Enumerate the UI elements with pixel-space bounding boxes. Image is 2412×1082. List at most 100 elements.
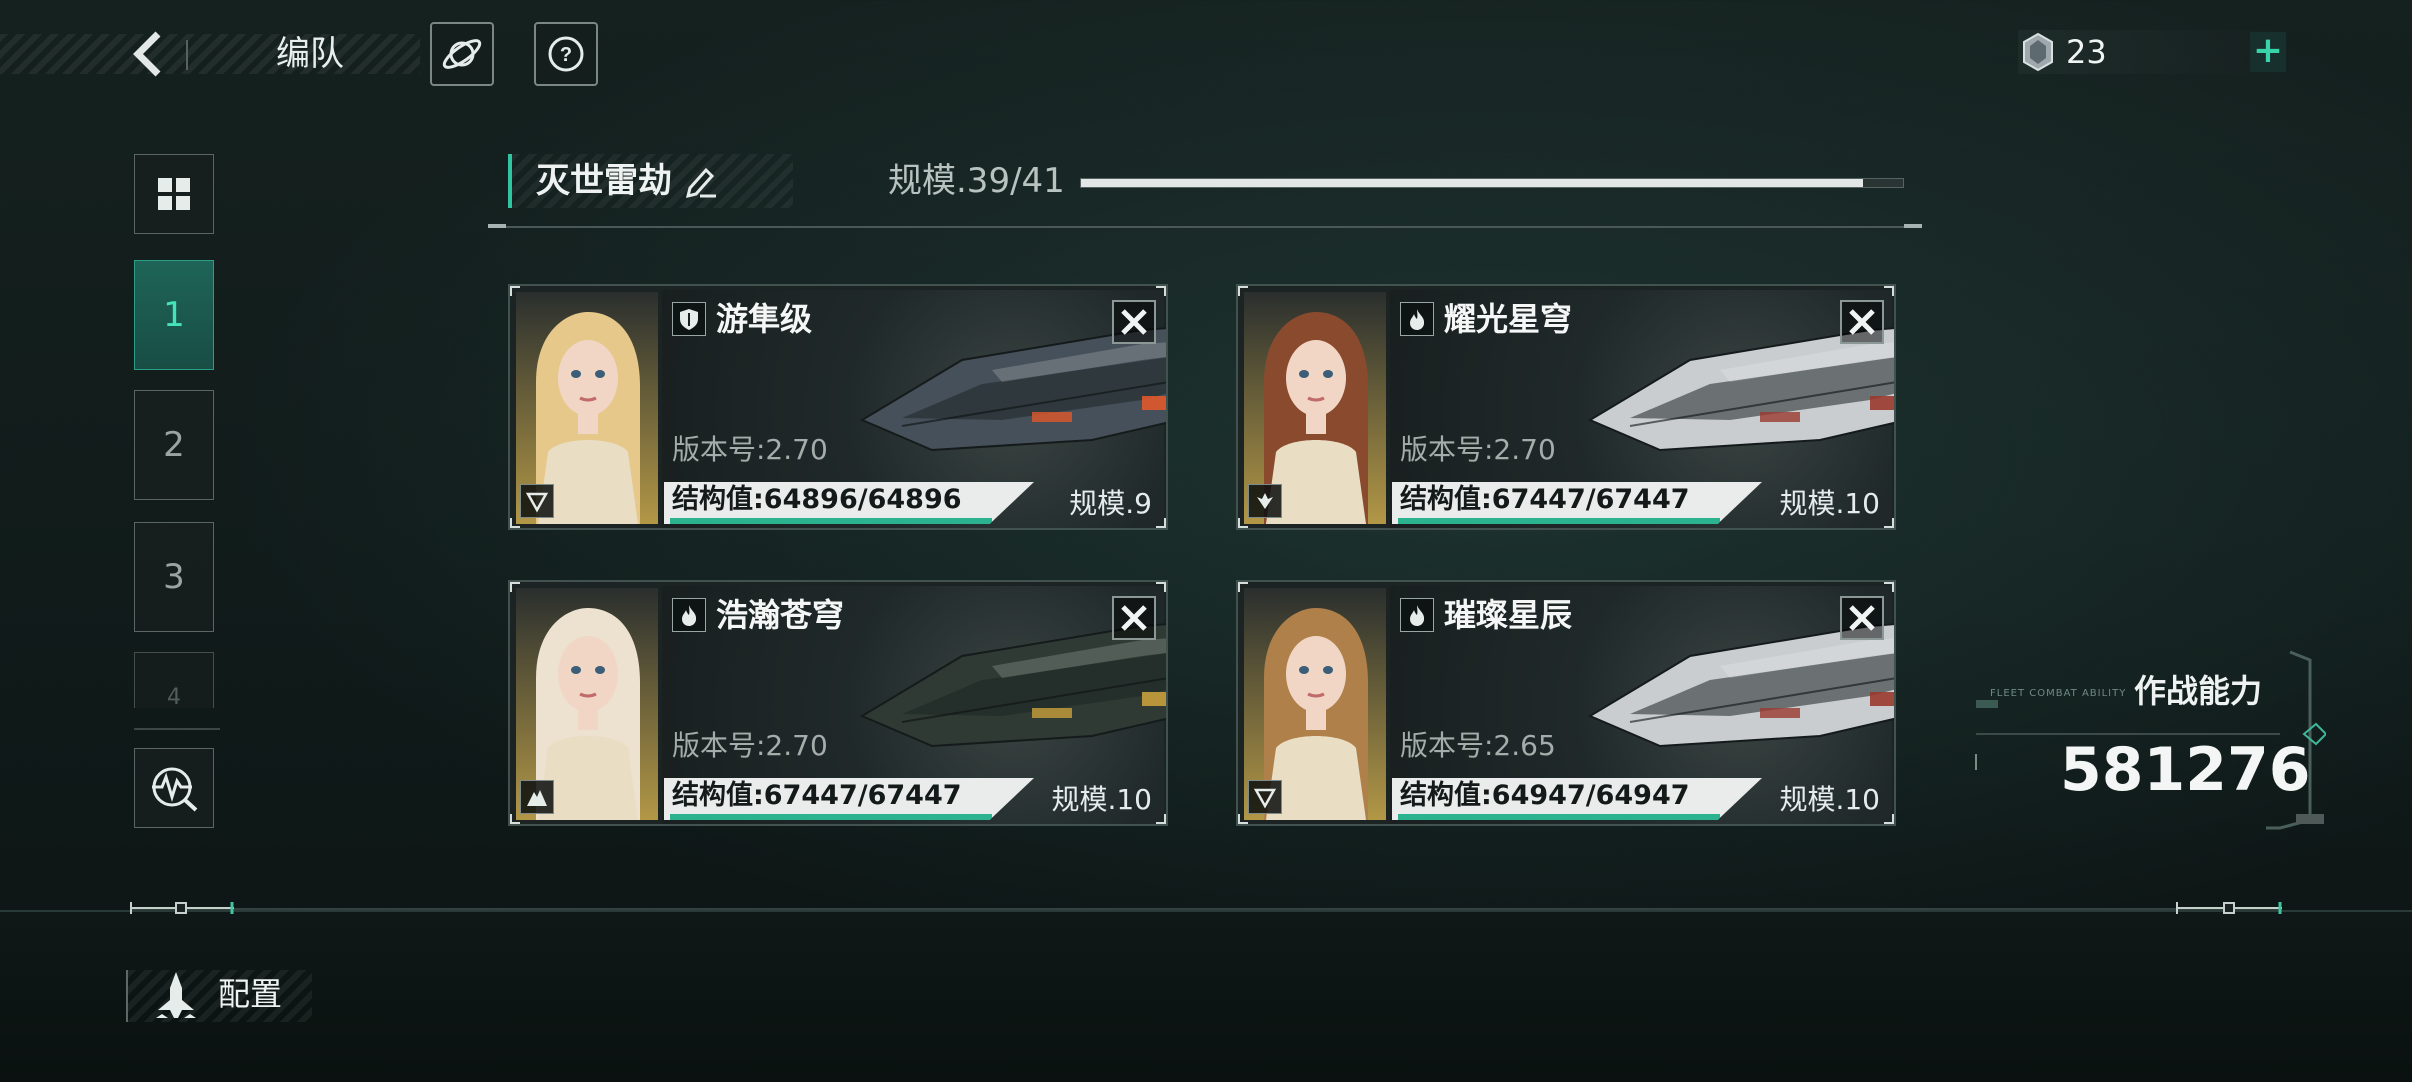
overview-button[interactable] <box>134 154 214 234</box>
ship-card[interactable]: 耀光星穹版本号:2.70 结构值:67447/67447 规模.10 <box>1236 284 1896 530</box>
structure-bar <box>1398 814 1720 820</box>
fleet-slot-1[interactable]: 1 <box>134 260 214 370</box>
planet-icon <box>442 39 482 69</box>
card-corner <box>1156 582 1166 592</box>
combat-power-label: 作战能力 <box>2134 672 2263 710</box>
ship-version: 版本号:2.70 <box>1400 433 1556 466</box>
add-currency-button[interactable]: + <box>2250 32 2286 72</box>
fleet-scan-button[interactable] <box>134 748 214 828</box>
remove-ship-button[interactable] <box>1840 596 1884 640</box>
ship-panel: 璀璨星辰版本号:2.65 结构值:64947/64947 规模.10 <box>1390 586 1894 824</box>
fleet-slot-4-label: 4 <box>167 685 181 710</box>
ship-scale: 规模.10 <box>1779 487 1880 520</box>
mountain-icon <box>520 780 554 814</box>
card-corner <box>1884 814 1894 824</box>
currency-value: 23 <box>2066 33 2107 71</box>
ship-panel: 耀光星穹版本号:2.70 结构值:67447/67447 规模.10 <box>1390 290 1894 528</box>
title-separator <box>186 40 188 70</box>
grid-icon <box>158 178 190 210</box>
ship-name: 耀光星穹 <box>1444 300 1573 338</box>
ship-name: 浩瀚苍穹 <box>716 596 845 634</box>
combat-power-value: 581276 <box>2060 735 2311 805</box>
card-corner <box>1238 814 1248 824</box>
card-corner <box>1238 582 1248 592</box>
currency-display <box>2018 30 2286 74</box>
ship-panel: 游隼级版本号:2.70 结构值:64896/64896 规模.9 <box>662 290 1166 528</box>
fleet-scale-text: 规模.39/41 <box>888 161 1065 201</box>
flame-icon <box>672 598 706 632</box>
ship-scale: 规模.10 <box>1051 783 1152 816</box>
chevron-left-icon <box>133 31 161 77</box>
header-divider-cap-left <box>488 224 506 228</box>
back-button[interactable] <box>128 28 172 80</box>
fleet-slot-2[interactable]: 2 <box>134 390 214 500</box>
card-corner <box>510 814 520 824</box>
structure-plate: 结构值:64947/64947 <box>1392 778 1762 820</box>
remove-ship-button[interactable] <box>1840 300 1884 344</box>
triangle-icon <box>520 484 554 518</box>
pencil-icon[interactable] <box>684 162 718 200</box>
flame-icon <box>1400 598 1434 632</box>
combat-power-caption: FLEET COMBAT ABILITY <box>1990 688 2127 699</box>
structure-value: 结构值:64947/64947 <box>1400 780 1690 811</box>
card-corner <box>1884 518 1894 528</box>
structure-plate: 结构值:67447/67447 <box>1392 482 1762 524</box>
crystal-icon <box>2018 30 2058 74</box>
close-icon <box>1121 309 1147 335</box>
structure-plate: 结构值:67447/67447 <box>664 778 1034 820</box>
ship-version: 版本号:2.65 <box>1400 729 1556 762</box>
card-corner <box>510 518 520 528</box>
help-button[interactable]: ? <box>534 22 598 86</box>
svg-text:?: ? <box>560 44 572 66</box>
fleet-slot-3[interactable]: 3 <box>134 522 214 632</box>
card-corner <box>1238 518 1248 528</box>
triangle-icon <box>1248 780 1282 814</box>
ship-name: 游隼级 <box>716 300 813 338</box>
wings-icon <box>1248 484 1282 518</box>
header-divider <box>488 226 1922 228</box>
ship-panel: 浩瀚苍穹版本号:2.70 结构值:67447/67447 规模.10 <box>662 586 1166 824</box>
bottom-panel <box>0 910 2412 1082</box>
card-corner <box>1238 286 1248 296</box>
structure-bar <box>670 518 992 524</box>
close-icon <box>1849 605 1875 631</box>
fleet-slot-4[interactable]: 4 <box>134 652 214 710</box>
ship-scale: 规模.10 <box>1779 783 1880 816</box>
structure-value: 结构值:64896/64896 <box>672 484 962 515</box>
ship-name: 璀璨星辰 <box>1444 596 1573 634</box>
ship-card[interactable]: 游隼级版本号:2.70 结构值:64896/64896 规模.9 <box>508 284 1168 530</box>
ship-card[interactable]: 璀璨星辰版本号:2.65 结构值:64947/64947 规模.10 <box>1236 580 1896 826</box>
sidebar-divider <box>134 728 220 730</box>
footer-divider <box>130 908 2282 910</box>
config-label: 配置 <box>218 975 283 1013</box>
structure-value: 结构值:67447/67447 <box>672 780 962 811</box>
ship-scale: 规模.9 <box>1069 487 1152 520</box>
planet-button[interactable] <box>430 22 494 86</box>
card-corner <box>1156 286 1166 296</box>
fleet-scale-bar <box>1080 178 1904 188</box>
remove-ship-button[interactable] <box>1112 300 1156 344</box>
header-divider-cap-right <box>1904 224 1922 228</box>
card-corner <box>510 582 520 592</box>
card-corner <box>1156 814 1166 824</box>
page-title: 编队 <box>276 34 344 74</box>
footer-divider-cap-left <box>130 902 234 914</box>
close-icon <box>1121 605 1147 631</box>
card-corner <box>510 286 520 296</box>
title-bar-stripe <box>0 34 420 74</box>
ship-version: 版本号:2.70 <box>672 433 828 466</box>
ship-version: 版本号:2.70 <box>672 729 828 762</box>
ship-card[interactable]: 浩瀚苍穹版本号:2.70 结构值:67447/67447 规模.10 <box>508 580 1168 826</box>
remove-ship-button[interactable] <box>1112 596 1156 640</box>
structure-bar <box>670 814 992 820</box>
fleet-scale-fill <box>1081 179 1863 187</box>
close-icon <box>1849 309 1875 335</box>
question-icon: ? <box>548 36 584 72</box>
structure-bar <box>1398 518 1720 524</box>
ship-config-icon <box>148 970 204 1020</box>
card-corner <box>1156 518 1166 528</box>
fleet-name: 灭世雷劫 <box>536 161 672 201</box>
structure-plate: 结构值:64896/64896 <box>664 482 1034 524</box>
card-corner <box>1884 582 1894 592</box>
card-corner <box>1884 286 1894 296</box>
